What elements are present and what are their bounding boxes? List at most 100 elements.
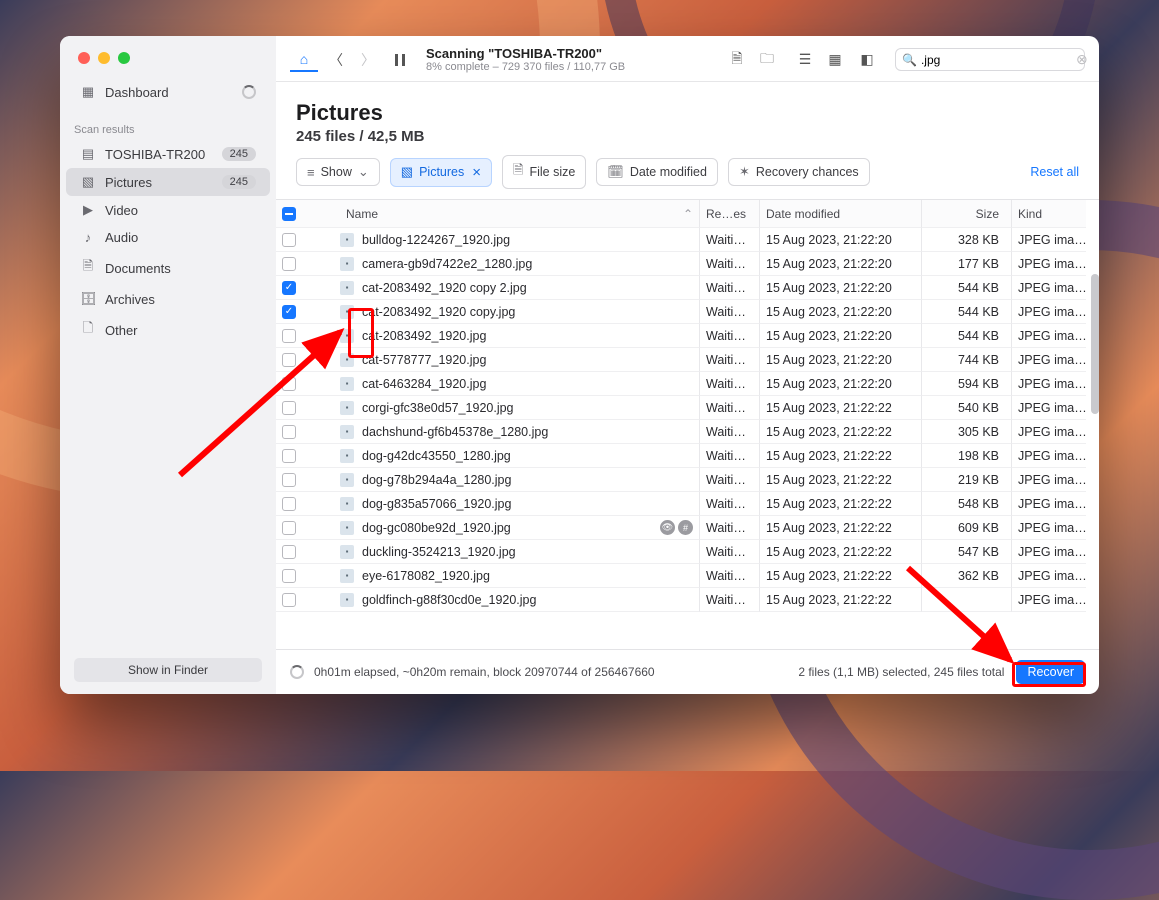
recover-button[interactable]: Recover bbox=[1016, 660, 1085, 684]
row-checkbox[interactable] bbox=[282, 401, 296, 415]
col-name[interactable]: Name⌃ bbox=[330, 200, 700, 228]
grid-view-icon[interactable]: ▦ bbox=[821, 48, 849, 72]
row-checkbox[interactable] bbox=[282, 545, 296, 559]
row-checkbox[interactable] bbox=[282, 329, 296, 343]
file-name: dog-g78b294a4a_1280.jpg bbox=[362, 473, 511, 487]
table-row[interactable]: ▪duckling-3524213_1920.jpgWaiti…15 Aug 2… bbox=[276, 540, 1099, 564]
sidebar-item-other[interactable]: 🗋Other bbox=[66, 313, 270, 347]
main-panel: ⌂ 〈 〉 Scanning "TOSHIBA-TR200" 8% comple… bbox=[276, 36, 1099, 694]
row-checkbox[interactable] bbox=[282, 233, 296, 247]
maximize-icon[interactable] bbox=[118, 52, 130, 64]
row-checkbox[interactable] bbox=[282, 257, 296, 271]
row-checkbox[interactable] bbox=[282, 521, 296, 535]
table-row[interactable]: ▪dog-gc080be92d_1920.jpg👁#Waiti…15 Aug 2… bbox=[276, 516, 1099, 540]
sidebar-item-label: Documents bbox=[105, 261, 171, 276]
filter-pictures-chip[interactable]: ▧ Pictures × bbox=[390, 158, 492, 187]
file-name: cat-2083492_1920.jpg bbox=[362, 329, 486, 343]
row-checkbox[interactable] bbox=[282, 473, 296, 487]
row-checkbox[interactable] bbox=[282, 281, 296, 295]
sidebar-item-audio[interactable]: ♪Audio bbox=[66, 224, 270, 251]
col-date[interactable]: Date modified bbox=[760, 200, 922, 228]
row-checkbox[interactable] bbox=[282, 305, 296, 319]
row-checkbox[interactable] bbox=[282, 353, 296, 367]
eye-icon: 👁 bbox=[660, 520, 675, 535]
table-row[interactable]: ▪dachshund-gf6b45378e_1280.jpgWaiti…15 A… bbox=[276, 420, 1099, 444]
sidebar-item-label: Archives bbox=[105, 292, 155, 307]
show-dropdown[interactable]: ≡ Show ⌄ bbox=[296, 158, 380, 186]
clear-search-icon[interactable]: ⊗ bbox=[1076, 51, 1088, 68]
table-row[interactable]: ▪cat-2083492_1920 copy 2.jpgWaiti…15 Aug… bbox=[276, 276, 1099, 300]
row-checkbox[interactable] bbox=[282, 569, 296, 583]
filter-filesize-chip[interactable]: 🗎 File size bbox=[502, 155, 586, 189]
remove-filter-icon[interactable]: × bbox=[472, 164, 481, 181]
jpeg-file-icon: ▪ bbox=[340, 233, 354, 247]
file-size: 362 KB bbox=[922, 564, 1012, 588]
table-row[interactable]: ▪camera-gb9d7422e2_1280.jpgWaiti…15 Aug … bbox=[276, 252, 1099, 276]
filter-bar: ≡ Show ⌄ ▧ Pictures × 🗎 File size 🗓 Date… bbox=[276, 155, 1099, 199]
search-input-wrap[interactable]: 🔍 ⊗ bbox=[895, 48, 1085, 71]
category-icon: ▤ bbox=[80, 146, 96, 162]
sidebar-item-dashboard[interactable]: ▦ Dashboard bbox=[66, 78, 270, 106]
table-row[interactable]: ▪dog-g835a57066_1920.jpgWaiti…15 Aug 202… bbox=[276, 492, 1099, 516]
file-kind: JPEG ima… bbox=[1012, 588, 1086, 612]
table-row[interactable]: ▪dog-g42dc43550_1280.jpgWaiti…15 Aug 202… bbox=[276, 444, 1099, 468]
filter-date-chip[interactable]: 🗓 Date modified bbox=[596, 158, 718, 186]
close-icon[interactable] bbox=[78, 52, 90, 64]
table-row[interactable]: ▪cat-6463284_1920.jpgWaiti…15 Aug 2023, … bbox=[276, 372, 1099, 396]
table-row[interactable]: ▪dog-g78b294a4a_1280.jpgWaiti…15 Aug 202… bbox=[276, 468, 1099, 492]
recovery-status: Waiti… bbox=[700, 420, 760, 444]
scrollbar[interactable] bbox=[1091, 274, 1099, 414]
scan-subtitle: 8% complete – 729 370 files / 110,77 GB bbox=[426, 61, 625, 73]
file-icon[interactable]: 🗎 bbox=[723, 48, 751, 72]
forward-icon[interactable]: 〉 bbox=[354, 48, 382, 72]
home-icon[interactable]: ⌂ bbox=[290, 48, 318, 72]
jpeg-file-icon: ▪ bbox=[340, 425, 354, 439]
row-checkbox[interactable] bbox=[282, 377, 296, 391]
calendar-icon: 🗓 bbox=[607, 164, 624, 180]
category-icon: ♪ bbox=[80, 230, 96, 245]
search-input[interactable] bbox=[921, 53, 1076, 67]
window-controls bbox=[60, 36, 276, 78]
sidebar-item-pictures[interactable]: ▧Pictures245 bbox=[66, 168, 270, 196]
back-icon[interactable]: 〈 bbox=[322, 48, 350, 72]
sidebar-item-archives[interactable]: 🗄Archives bbox=[66, 285, 270, 313]
folder-icon[interactable]: 🗀 bbox=[753, 48, 781, 72]
chevron-down-icon: ⌄ bbox=[358, 164, 369, 180]
table-row[interactable]: ▪cat-5778777_1920.jpgWaiti…15 Aug 2023, … bbox=[276, 348, 1099, 372]
filter-recovery-chip[interactable]: ✶ Recovery chances bbox=[728, 158, 870, 186]
minimize-icon[interactable] bbox=[98, 52, 110, 64]
reset-filters-link[interactable]: Reset all bbox=[1030, 165, 1079, 179]
sidebar-item-toshiba-tr200[interactable]: ▤TOSHIBA-TR200245 bbox=[66, 140, 270, 168]
status-elapsed: 0h01m elapsed, ~0h20m remain, block 2097… bbox=[314, 665, 655, 679]
col-kind[interactable]: Kind bbox=[1012, 200, 1086, 228]
sidebar-toggle-icon[interactable]: ◧ bbox=[853, 48, 881, 72]
col-checkbox[interactable] bbox=[276, 200, 312, 228]
sliders-icon: ≡ bbox=[307, 165, 315, 180]
table-row[interactable]: ▪goldfinch-g88f30cd0e_1920.jpgWaiti…15 A… bbox=[276, 588, 1099, 612]
pause-icon[interactable] bbox=[386, 48, 414, 72]
table-row[interactable]: ▪eye-6178082_1920.jpgWaiti…15 Aug 2023, … bbox=[276, 564, 1099, 588]
date-modified: 15 Aug 2023, 21:22:22 bbox=[760, 516, 922, 540]
table-row[interactable]: ▪bulldog-1224267_1920.jpgWaiti…15 Aug 20… bbox=[276, 228, 1099, 252]
table-row[interactable]: ▪cat-2083492_1920 copy.jpgWaiti…15 Aug 2… bbox=[276, 300, 1099, 324]
table-row[interactable]: ▪corgi-gfc38e0d57_1920.jpgWaiti…15 Aug 2… bbox=[276, 396, 1099, 420]
row-checkbox[interactable] bbox=[282, 497, 296, 511]
sidebar-item-documents[interactable]: 🗎Documents bbox=[66, 251, 270, 285]
row-checkbox[interactable] bbox=[282, 593, 296, 607]
sidebar-item-label: Dashboard bbox=[105, 85, 169, 100]
show-in-finder-button[interactable]: Show in Finder bbox=[74, 658, 262, 682]
recovery-status: Waiti… bbox=[700, 300, 760, 324]
file-name: dog-gc080be92d_1920.jpg bbox=[362, 521, 511, 535]
row-checkbox[interactable] bbox=[282, 449, 296, 463]
file-icon: 🗎 bbox=[513, 161, 523, 183]
sidebar-item-video[interactable]: ▶Video bbox=[66, 196, 270, 224]
sort-asc-icon: ⌃ bbox=[683, 207, 693, 221]
list-view-icon[interactable]: ☰ bbox=[791, 48, 819, 72]
file-kind: JPEG ima… bbox=[1012, 564, 1086, 588]
table-row[interactable]: ▪cat-2083492_1920.jpgWaiti…15 Aug 2023, … bbox=[276, 324, 1099, 348]
select-all-checkbox[interactable] bbox=[282, 207, 296, 221]
col-size[interactable]: Size bbox=[922, 200, 1012, 228]
row-checkbox[interactable] bbox=[282, 425, 296, 439]
file-kind: JPEG ima… bbox=[1012, 300, 1086, 324]
col-recovery[interactable]: Re…es bbox=[700, 200, 760, 228]
